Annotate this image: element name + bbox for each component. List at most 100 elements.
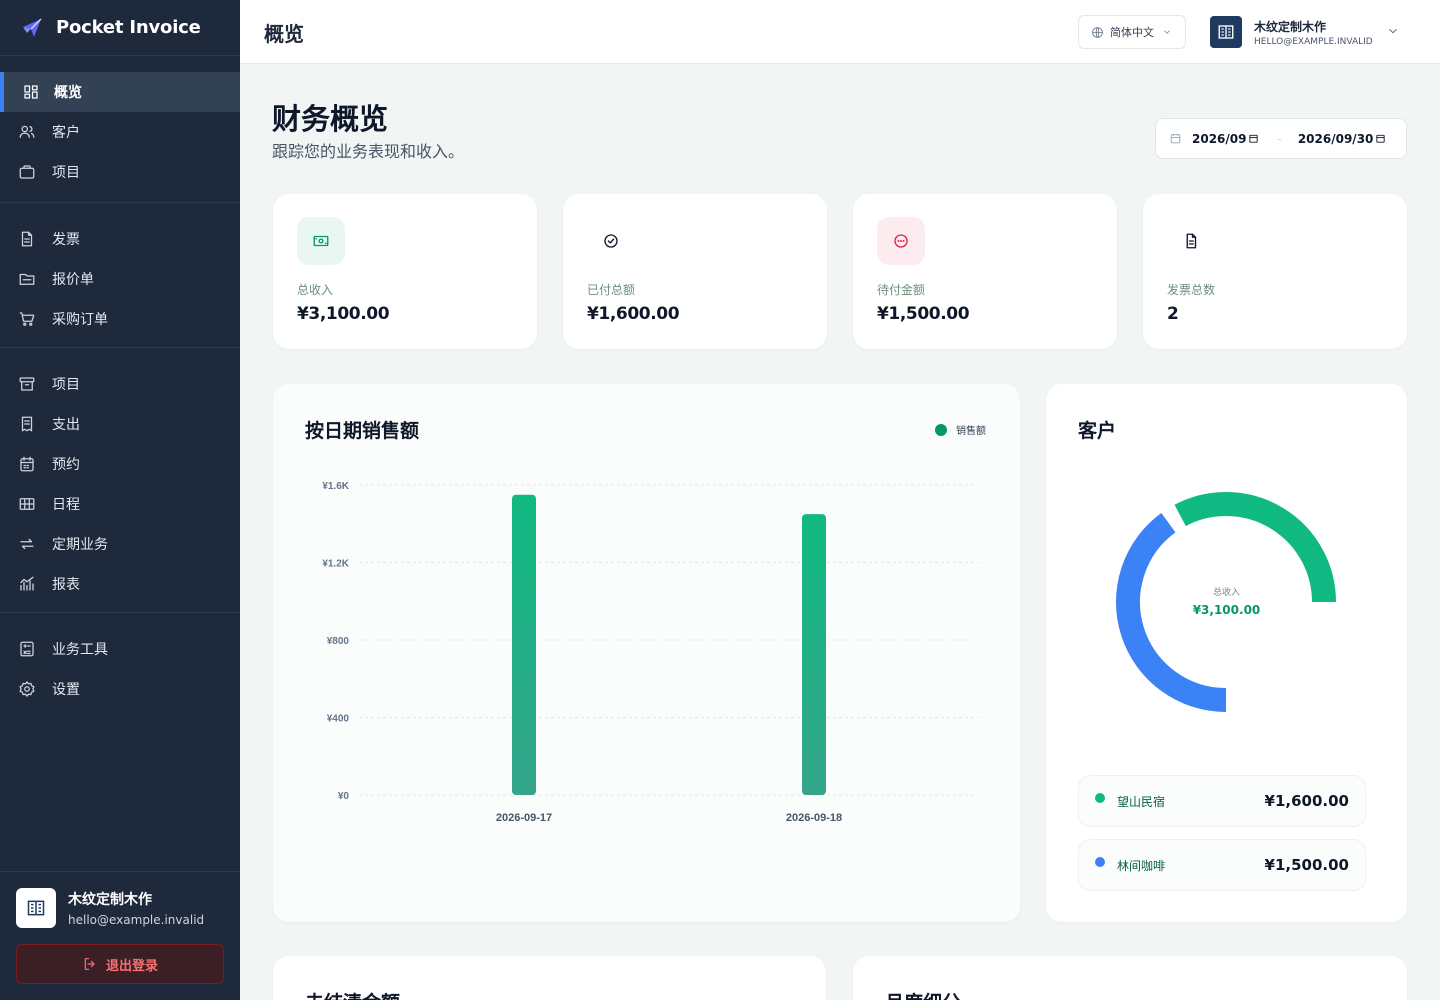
customer-row[interactable]: 望山民宿 ¥1,600.00 (1078, 775, 1366, 827)
building-icon (1218, 25, 1234, 39)
donut-total-label: 总收入 (1212, 588, 1240, 598)
y-tick-label: ¥400 (327, 714, 350, 725)
stat-label: 待付金额 (877, 283, 926, 297)
sidebar-item-appointments[interactable]: 预约 (0, 444, 240, 484)
sidebar-item-invoices[interactable]: 发票 (0, 219, 240, 259)
customers-card: 客户 总收入 ¥3,100.00 望山民宿 ¥1,600.00 林间咖啡 ¥1,… (1046, 384, 1407, 922)
document-icon (18, 230, 36, 248)
sidebar-item-items[interactable]: 项目 (0, 364, 240, 404)
customer-name: 望山民宿 (1117, 794, 1166, 809)
header-title: 概览 (264, 22, 304, 46)
sidebar-item-label: 日程 (52, 497, 80, 513)
sidebar-item-label: 支出 (52, 417, 80, 433)
card-title: 月度细分 (885, 988, 961, 1000)
sidebar-item-label: 报表 (52, 577, 80, 593)
customer-row[interactable]: 林间咖啡 ¥1,500.00 (1078, 839, 1366, 891)
nav-group-operations: 项目 支出 预约 日程 定期业务 报表 (0, 348, 240, 613)
logout-button[interactable]: 退出登录 (16, 944, 224, 984)
header-user-menu[interactable]: 木纹定制木作 HELLO@EXAMPLE.INVALID (1210, 16, 1373, 48)
sidebar-item-label: 报价单 (52, 272, 94, 288)
table-icon (18, 495, 36, 513)
page-title: 财务概览 (272, 102, 389, 136)
sidebar-item-customers[interactable]: 客户 (0, 112, 240, 152)
sidebar-item-label: 采购订单 (52, 312, 108, 328)
sidebar: Pocket Invoice 概览 客户 项目 发票 报价单 采购订单 项目 支… (0, 0, 240, 1000)
customer-amount: ¥1,500.00 (1264, 856, 1349, 874)
sidebar-item-label: 项目 (52, 165, 80, 181)
sidebar-item-reports[interactable]: 报表 (0, 564, 240, 604)
language-label: 简体中文 (1110, 26, 1154, 39)
money-icon (297, 217, 345, 265)
stat-value: 2 (1167, 304, 1179, 324)
chart-icon (18, 575, 36, 593)
customer-color-dot (1095, 857, 1105, 867)
sales-by-date-card: ¥0 ¥400 ¥800 ¥1.2K ¥1.6K 2026-09-17 2026-09-1… (273, 384, 1020, 922)
y-tick-label: ¥1.2K (322, 559, 349, 570)
calendar-icon[interactable] (1248, 133, 1259, 144)
sidebar-item-recurring[interactable]: 定期业务 (0, 524, 240, 564)
sidebar-item-label: 项目 (52, 377, 80, 393)
chevron-down-icon (1164, 30, 1170, 34)
sidebar-item-expenses[interactable]: 支出 (0, 404, 240, 444)
y-tick-label: ¥800 (327, 636, 350, 647)
sidebar-item-schedule[interactable]: 日程 (0, 484, 240, 524)
nav-group-main: 概览 客户 项目 (0, 56, 240, 203)
sidebar-item-projects[interactable]: 项目 (0, 152, 240, 192)
sidebar-item-label: 客户 (52, 125, 80, 141)
sidebar-item-settings[interactable]: 设置 (0, 669, 240, 709)
repeat-icon (18, 535, 36, 553)
sidebar-item-overview[interactable]: 概览 (0, 72, 240, 112)
nav-group-sales: 发票 报价单 采购订单 (0, 203, 240, 348)
chart-bar[interactable] (512, 494, 536, 795)
stat-value: ¥3,100.00 (297, 304, 390, 324)
calculator-icon (18, 640, 36, 658)
date-from-input[interactable]: 2026/09 (1192, 132, 1246, 146)
monthly-breakdown-card: 月度细分 (853, 956, 1407, 1000)
sidebar-footer: 木纹定制木作 hello@example.invalid 退出登录 (0, 871, 240, 1000)
users-icon (18, 123, 36, 141)
y-tick-label: ¥1.6K (322, 481, 349, 492)
page-subtitle: 跟踪您的业务表现和收入。 (272, 142, 465, 161)
outstanding-amount-card: 未结清金额 (273, 956, 826, 1000)
sidebar-user-name: 木纹定制木作 (68, 892, 152, 908)
stat-card-invoice-count: 发票总数 2 (1143, 194, 1407, 349)
x-tick-label: 2026-09-17 (496, 812, 552, 824)
top-header: 概览 简体中文 木纹定制木作 HELLO@EXAMPLE.INVALID (240, 0, 1440, 64)
legend-swatch (935, 423, 947, 436)
chevron-down-icon[interactable] (1386, 24, 1400, 38)
avatar (1210, 16, 1242, 48)
card-title: 未结清金额 (305, 988, 400, 1000)
avatar (16, 888, 56, 928)
stat-label: 总收入 (297, 283, 334, 297)
customer-amount: ¥1,600.00 (1264, 792, 1349, 810)
sidebar-user-email: hello@example.invalid (68, 913, 205, 927)
stat-card-total-revenue: 总收入 ¥3,100.00 (273, 194, 537, 349)
brand[interactable]: Pocket Invoice (0, 0, 240, 56)
calendar-icon[interactable] (1375, 133, 1386, 144)
chart-title: 按日期销售额 (305, 420, 420, 442)
sidebar-item-label: 设置 (52, 682, 80, 698)
sidebar-item-business-tools[interactable]: 业务工具 (0, 629, 240, 669)
sidebar-item-quotes[interactable]: 报价单 (0, 259, 240, 299)
app-name: Pocket Invoice (56, 17, 201, 38)
file-icon (1167, 217, 1215, 265)
language-select[interactable]: 简体中文 (1078, 15, 1186, 49)
sidebar-item-label: 定期业务 (52, 537, 108, 553)
sidebar-item-label: 业务工具 (52, 642, 108, 658)
date-to-input[interactable]: 2026/09/30 (1298, 132, 1374, 146)
y-tick-label: ¥0 (338, 791, 350, 802)
chart-legend[interactable]: 销售额 (935, 422, 986, 437)
paper-plane-icon (23, 17, 42, 37)
building-icon (27, 900, 45, 916)
logout-label: 退出登录 (105, 958, 158, 974)
sidebar-item-purchase-orders[interactable]: 采购订单 (0, 299, 240, 339)
x-tick-label: 2026-09-18 (786, 812, 842, 824)
header-user-name: 木纹定制木作 (1254, 19, 1327, 34)
stat-label: 已付总额 (587, 283, 636, 297)
date-range-picker[interactable]: 2026/09 - 2026/09/30 (1155, 118, 1407, 159)
chart-bar[interactable] (802, 514, 826, 795)
calendar-icon (1170, 133, 1181, 144)
sidebar-user[interactable]: 木纹定制木作 hello@example.invalid (16, 888, 224, 928)
folder-icon (18, 270, 36, 288)
archive-icon (18, 375, 36, 393)
